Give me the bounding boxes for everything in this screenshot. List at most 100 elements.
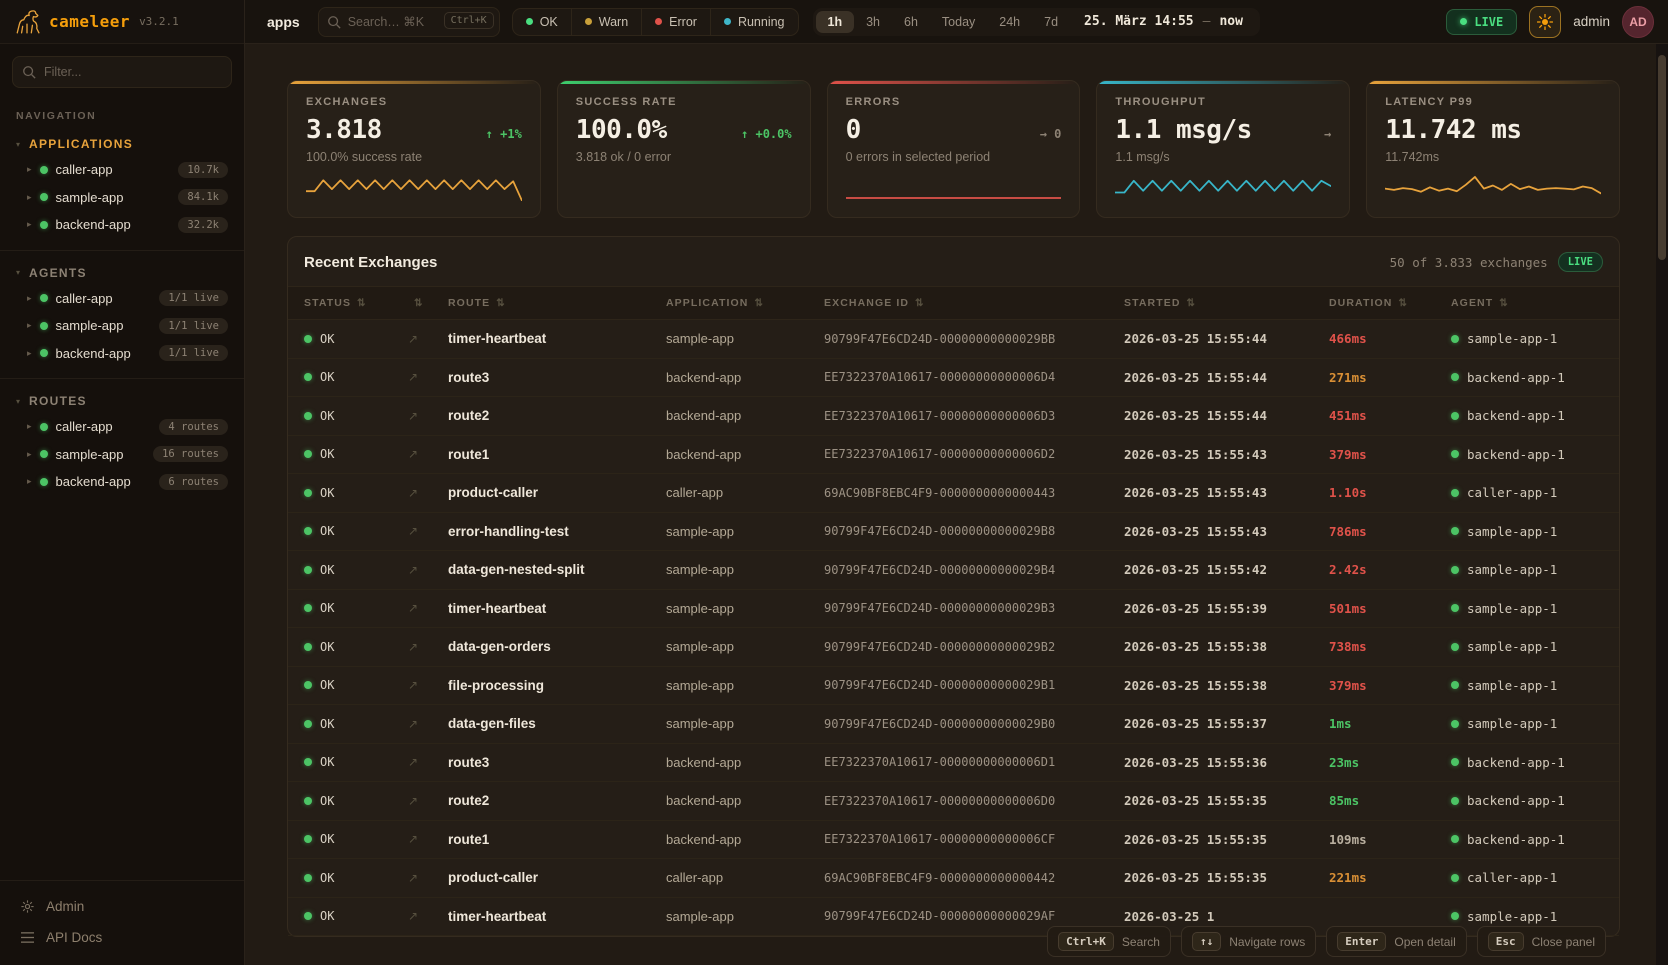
status-color-dot [655, 18, 662, 25]
table-row[interactable]: OK ↗ route1 backend-app EE7322370A10617-… [288, 821, 1619, 860]
scrollbar-track[interactable] [1656, 44, 1668, 965]
column-header[interactable]: APPLICATION ⇅ [666, 297, 824, 309]
time-range-button[interactable]: Today [930, 11, 987, 33]
exchange-id-cell: 90799F47E6CD24D-00000000000029B3 [824, 601, 1124, 615]
sidebar-item[interactable]: ▸ backend-app 32.2k [10, 211, 234, 239]
open-trace-icon[interactable]: ↗ [408, 370, 448, 384]
table-row[interactable]: OK ↗ route3 backend-app EE7322370A10617-… [288, 359, 1619, 398]
table-row[interactable]: OK ↗ product-caller caller-app 69AC90BF8… [288, 474, 1619, 513]
column-header[interactable]: STATUS ⇅ [304, 297, 408, 309]
time-range-button[interactable]: 6h [892, 11, 930, 33]
table-row[interactable]: OK ↗ route2 backend-app EE7322370A10617-… [288, 397, 1619, 436]
theme-toggle-button[interactable] [1529, 6, 1561, 38]
sidebar-item-api-docs[interactable]: API Docs [0, 922, 244, 953]
section-agents[interactable]: ▾ AGENTS [10, 259, 234, 285]
open-trace-icon[interactable]: ↗ [408, 909, 448, 923]
sort-icon[interactable]: ⇅ [414, 298, 423, 309]
open-trace-icon[interactable]: ↗ [408, 486, 448, 500]
expand-caret-icon[interactable]: ▸ [27, 219, 32, 230]
sidebar-item[interactable]: ▸ backend-app 1/1 live [10, 340, 234, 368]
open-trace-icon[interactable]: ↗ [408, 678, 448, 692]
status-filter-chip[interactable]: OK [513, 9, 571, 35]
sort-icon[interactable]: ⇅ [1499, 298, 1508, 309]
open-trace-icon[interactable]: ↗ [408, 871, 448, 885]
sidebar-item[interactable]: ▸ backend-app 6 routes [10, 468, 234, 496]
avatar[interactable]: AD [1622, 6, 1654, 38]
open-trace-icon[interactable]: ↗ [408, 524, 448, 538]
table-row[interactable]: OK ↗ data-gen-orders sample-app 90799F47… [288, 628, 1619, 667]
open-trace-icon[interactable]: ↗ [408, 717, 448, 731]
route-cell: route3 [448, 755, 666, 770]
open-trace-icon[interactable]: ↗ [408, 409, 448, 423]
open-trace-icon[interactable]: ↗ [408, 832, 448, 846]
table-row[interactable]: OK ↗ route2 backend-app EE7322370A10617-… [288, 782, 1619, 821]
table-row[interactable]: OK ↗ error-handling-test sample-app 9079… [288, 513, 1619, 552]
column-header[interactable]: DURATION ⇅ [1329, 297, 1451, 309]
sidebar-item-admin[interactable]: Admin [0, 891, 244, 922]
status-filter-chip[interactable]: Error [641, 9, 710, 35]
sidebar-item[interactable]: ▸ caller-app 1/1 live [10, 285, 234, 313]
username: admin [1573, 14, 1610, 29]
expand-caret-icon[interactable]: ▸ [27, 449, 32, 460]
filter-input[interactable] [12, 56, 232, 88]
open-trace-icon[interactable]: ↗ [408, 755, 448, 769]
column-header[interactable]: AGENT ⇅ [1451, 297, 1619, 309]
sort-icon[interactable]: ⇅ [915, 298, 924, 309]
column-header[interactable]: ⇅ [408, 298, 448, 309]
expand-caret-icon[interactable]: ▸ [27, 192, 32, 203]
open-trace-icon[interactable]: ↗ [408, 447, 448, 461]
sort-icon[interactable]: ⇅ [1398, 298, 1407, 309]
sort-icon[interactable]: ⇅ [496, 298, 505, 309]
expand-caret-icon[interactable]: ▸ [27, 164, 32, 175]
table-row[interactable]: OK ↗ data-gen-nested-split sample-app 90… [288, 551, 1619, 590]
camel-logo-icon [14, 9, 40, 35]
sort-icon[interactable]: ⇅ [755, 298, 764, 309]
sidebar-item[interactable]: ▸ sample-app 16 routes [10, 441, 234, 469]
expand-caret-icon[interactable]: ▸ [27, 320, 32, 331]
agent-label: sample-app-1 [1467, 601, 1557, 616]
scrollbar-thumb[interactable] [1658, 55, 1666, 260]
table-row[interactable]: OK ↗ route1 backend-app EE7322370A10617-… [288, 436, 1619, 475]
section-applications[interactable]: ▾ APPLICATIONS [10, 130, 234, 156]
expand-caret-icon[interactable]: ▸ [27, 293, 32, 304]
table-row[interactable]: OK ↗ file-processing sample-app 90799F47… [288, 667, 1619, 706]
agent-label: sample-app-1 [1467, 639, 1557, 654]
agent-label: sample-app-1 [1467, 909, 1557, 924]
section-routes[interactable]: ▾ ROUTES [10, 387, 234, 413]
table-row[interactable]: OK ↗ product-caller caller-app 69AC90BF8… [288, 859, 1619, 898]
open-trace-icon[interactable]: ↗ [408, 563, 448, 577]
table-row[interactable]: OK ↗ timer-heartbeat sample-app 90799F47… [288, 320, 1619, 359]
table-row[interactable]: OK ↗ timer-heartbeat sample-app 90799F47… [288, 590, 1619, 629]
sort-icon[interactable]: ⇅ [1187, 298, 1196, 309]
column-header[interactable]: STARTED ⇅ [1124, 297, 1329, 309]
status-filter-chip[interactable]: Warn [571, 9, 641, 35]
gear-icon [20, 899, 35, 914]
open-trace-icon[interactable]: ↗ [408, 332, 448, 346]
time-range-button[interactable]: 7d [1032, 11, 1070, 33]
open-trace-icon[interactable]: ↗ [408, 640, 448, 654]
live-toggle[interactable]: LIVE [1446, 9, 1517, 35]
time-range-button[interactable]: 24h [987, 11, 1032, 33]
column-header[interactable]: ROUTE ⇅ [448, 297, 666, 309]
sort-icon[interactable]: ⇅ [357, 298, 366, 309]
column-header[interactable]: EXCHANGE ID ⇅ [824, 297, 1124, 309]
table-row[interactable]: OK ↗ data-gen-files sample-app 90799F47E… [288, 705, 1619, 744]
status-dot [304, 604, 312, 612]
expand-caret-icon[interactable]: ▸ [27, 476, 32, 487]
sidebar-filter [12, 56, 232, 88]
table-row[interactable]: OK ↗ route3 backend-app EE7322370A10617-… [288, 744, 1619, 783]
status-filter-chip[interactable]: Running [710, 9, 798, 35]
sidebar-item[interactable]: ▸ sample-app 84.1k [10, 184, 234, 212]
open-trace-icon[interactable]: ↗ [408, 601, 448, 615]
time-range-button[interactable]: 3h [854, 11, 892, 33]
expand-caret-icon[interactable]: ▸ [27, 348, 32, 359]
agent-cell: sample-app-1 [1451, 562, 1619, 577]
expand-caret-icon[interactable]: ▸ [27, 421, 32, 432]
column-label: STARTED [1124, 297, 1181, 309]
sidebar-item[interactable]: ▸ caller-app 10.7k [10, 156, 234, 184]
sidebar-item[interactable]: ▸ caller-app 4 routes [10, 413, 234, 441]
chevron-down-icon: ▾ [16, 397, 20, 406]
open-trace-icon[interactable]: ↗ [408, 794, 448, 808]
sidebar-item[interactable]: ▸ sample-app 1/1 live [10, 312, 234, 340]
time-range-button[interactable]: 1h [816, 11, 855, 33]
